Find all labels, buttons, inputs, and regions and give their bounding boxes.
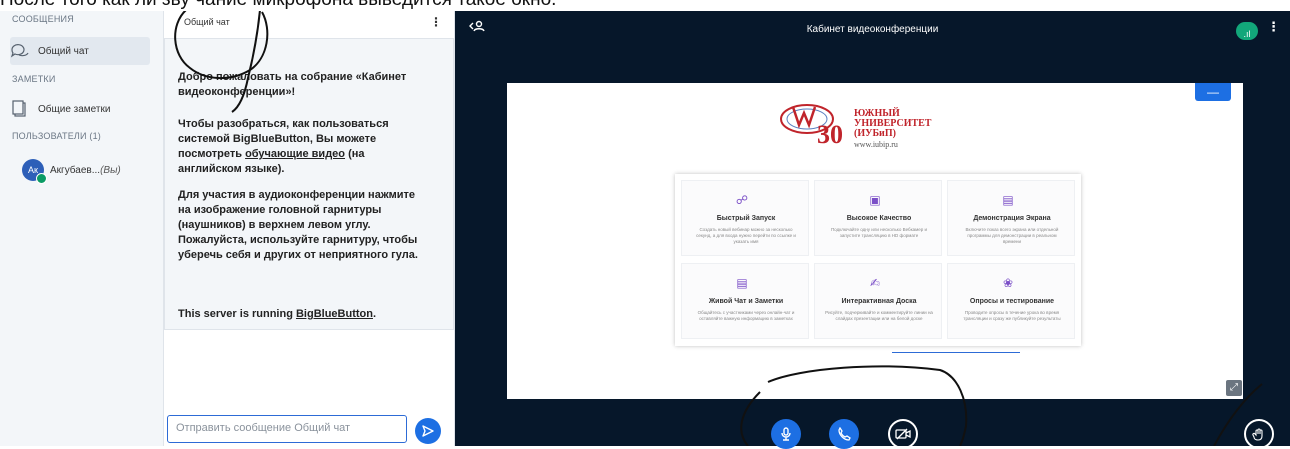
feature-card: ▣ Высокое Качество Подключайте одну или … — [814, 180, 942, 256]
share-webcam-button[interactable] — [888, 419, 918, 449]
screen-icon: ▤ — [1002, 193, 1014, 207]
user-you-label: (Вы) — [100, 164, 121, 176]
tutorial-video-link[interactable]: обучающие видео — [245, 148, 345, 160]
feature-card: ▤ Живой Чат и Заметки Общайтесь с участн… — [681, 263, 809, 339]
settings-menu-icon[interactable]: ⋮ — [1267, 19, 1280, 35]
chat-options-icon[interactable]: ⋮ — [430, 15, 442, 29]
meeting-title: Кабинет видеоконференции — [806, 24, 939, 35]
users-heading: ПОЛЬЗОВАТЕЛИ (1) — [12, 131, 101, 141]
bigbluebutton-link[interactable]: BigBlueButton — [296, 308, 373, 320]
document-caption: После того как ли зву чание микрофона вы… — [0, 0, 1290, 11]
notes-icon — [10, 100, 30, 118]
mic-status-icon — [36, 173, 47, 184]
slide-divider — [892, 352, 1020, 353]
feature-card: ☍ Быстрый Запуск Создать новый вебинар м… — [681, 180, 809, 256]
whiteboard-icon: ✍ — [869, 276, 881, 290]
chat-message-input[interactable]: Отправить сообщение Общий чат — [167, 415, 407, 443]
sidebar-item-label: Общие заметки — [38, 103, 111, 115]
sidebar-item-label: Общий чат — [38, 45, 89, 57]
user-name: Акгубаев... — [50, 164, 101, 176]
raise-hand-button[interactable] — [1244, 419, 1274, 449]
send-icon — [422, 425, 434, 437]
feature-card: ❀ Опросы и тестирование Проводите опросы… — [947, 263, 1075, 339]
hd-icon: ▣ — [869, 193, 881, 207]
feature-card: ✍ Интерактивная Доска Рисуйте, подчеркив… — [814, 263, 942, 339]
chat-title: Общий чат — [184, 17, 230, 27]
camera-off-icon — [895, 428, 911, 440]
notes-heading: ЗАМЕТКИ — [12, 74, 56, 84]
chat-bubbles-icon — [10, 42, 30, 60]
svg-text:30: 30 — [817, 120, 843, 145]
sidebar: СООБЩЕНИЯ Общий чат ЗАМЕТКИ Общие заметк… — [0, 0, 164, 446]
connection-status-icon[interactable]: .ıl — [1236, 22, 1258, 40]
leave-audio-button[interactable] — [829, 419, 859, 449]
user-list-item[interactable]: Ак Акгубаев... (Вы) — [22, 156, 162, 184]
welcome-paragraph: Чтобы разобраться, как пользоваться сист… — [178, 118, 389, 175]
award-icon: ❀ — [1002, 276, 1014, 290]
university-name: ЮЖНЫЙ УНИВЕРСИТЕТ (ИУБиП) — [854, 108, 932, 139]
welcome-message: Добро пожаловать на собрание «Кабинет ви… — [164, 38, 454, 330]
welcome-paragraph: Для участия в аудиоконференции нажмите н… — [178, 189, 418, 261]
university-url: www.iubip.ru — [854, 140, 898, 149]
send-message-button[interactable] — [415, 418, 441, 444]
feature-card: ▤ Демонстрация Экрана Включите показ все… — [947, 180, 1075, 256]
welcome-paragraph: This server is running BigBlueButton. — [178, 308, 377, 320]
minimize-presentation-button[interactable]: — — [1195, 83, 1231, 101]
sidebar-item-public-chat[interactable]: Общий чат — [10, 37, 150, 65]
chat-icon: ▤ — [736, 276, 748, 290]
features-grid: ☍ Быстрый Запуск Создать новый вебинар м… — [675, 174, 1081, 346]
chat-panel: Общий чат ⋮ Добро пожаловать на собрание… — [164, 0, 455, 446]
sidebar-item-shared-notes[interactable]: Общие заметки — [10, 96, 150, 122]
university-logo: 30 — [780, 104, 843, 145]
phone-icon — [838, 427, 851, 441]
presentation-stage: Кабинет видеоконференции .ıl ⋮ — 30 ЮЖНЫ… — [455, 0, 1290, 449]
avatar: Ак — [22, 159, 47, 184]
microphone-icon — [781, 427, 791, 441]
share-icon: ☍ — [735, 193, 749, 207]
fullscreen-icon[interactable]: ⤢ — [1226, 380, 1242, 396]
hand-icon — [1252, 428, 1263, 441]
welcome-paragraph: Добро пожаловать на собрание «Кабинет ви… — [178, 71, 407, 98]
mute-microphone-button[interactable] — [771, 419, 801, 449]
presentation-slide: — 30 ЮЖНЫЙ УНИВЕРСИТЕТ (ИУБиП) www.iubip… — [507, 83, 1243, 399]
messages-heading: СООБЩЕНИЯ — [12, 14, 74, 24]
